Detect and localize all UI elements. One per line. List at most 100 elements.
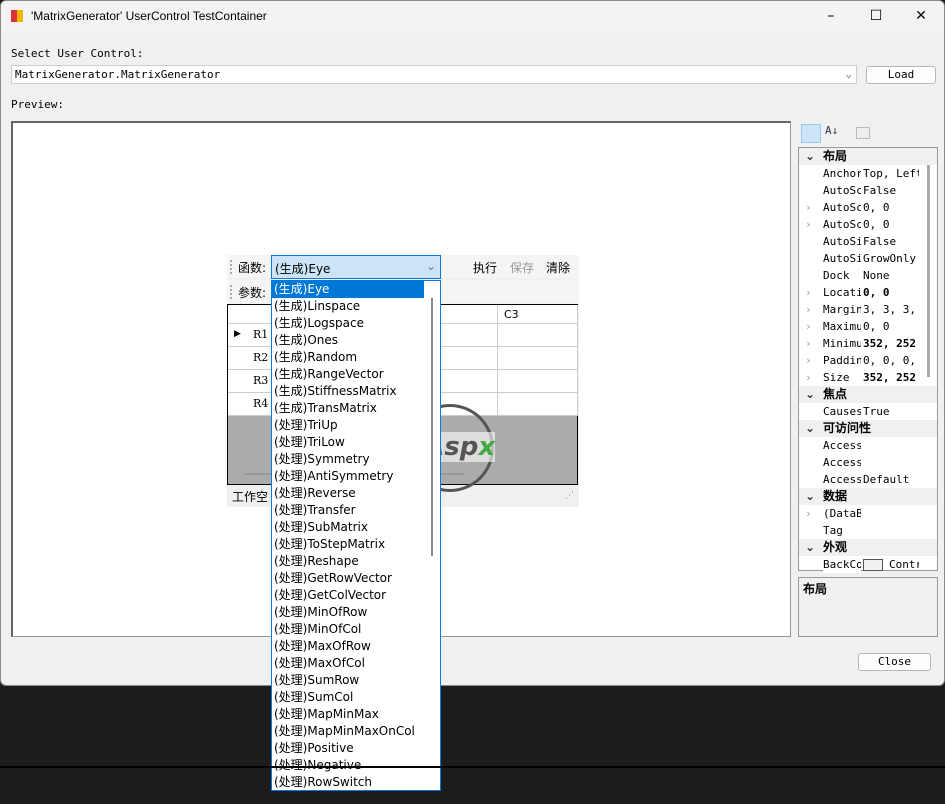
property-row[interactable]: Access [799, 437, 937, 454]
dropdown-item[interactable]: (生成)Linspace [272, 298, 424, 315]
dropdown-item[interactable]: (生成)Logspace [272, 315, 424, 332]
property-row[interactable]: › Minimu 352, 252 [799, 335, 937, 352]
dropdown-item[interactable]: (处理)MaxOfCol [272, 655, 424, 672]
chevron-right-icon[interactable]: › [805, 284, 812, 301]
chevron-right-icon[interactable]: › [805, 216, 812, 233]
grid-cell[interactable] [498, 324, 578, 347]
row-header[interactable]: R2 [228, 347, 272, 370]
save-button[interactable]: 保存 [510, 259, 534, 276]
chevron-right-icon[interactable]: › [805, 352, 812, 369]
dropdown-item[interactable]: (处理)SubMatrix [272, 519, 424, 536]
chevron-right-icon[interactable]: › [805, 505, 812, 522]
property-value[interactable]: Contr [889, 556, 919, 573]
property-value[interactable]: None [863, 267, 919, 284]
dropdown-item[interactable]: (处理)ToStepMatrix [272, 536, 424, 553]
property-row[interactable]: › Size 352, 252 [799, 369, 937, 386]
property-row[interactable]: › AutoSc 0, 0 [799, 216, 937, 233]
dropdown-item[interactable]: (处理)Positive [272, 740, 424, 757]
property-value[interactable]: 0, 0 [863, 318, 919, 335]
property-row[interactable]: Dock None [799, 267, 937, 284]
chevron-right-icon[interactable]: › [805, 301, 812, 318]
property-value[interactable]: 0, 0, 0, [863, 352, 919, 369]
dropdown-item[interactable]: (生成)Random [272, 349, 424, 366]
user-control-select[interactable]: MatrixGenerator.MatrixGenerator ⌄ [11, 65, 857, 84]
chevron-down-icon[interactable]: ⌄ [805, 386, 815, 403]
dropdown-item[interactable]: (处理)MapMinMaxOnCol [272, 723, 424, 740]
dropdown-item[interactable]: (处理)RowSwitch [272, 774, 424, 791]
row-header[interactable]: R4 [228, 393, 272, 416]
property-row[interactable]: › Maximu 0, 0 [799, 318, 937, 335]
dropdown-item[interactable]: (生成)Eye [272, 281, 424, 298]
dropdown-item[interactable]: (生成)RangeVector [272, 366, 424, 383]
property-row[interactable]: BackCo Contr [799, 556, 937, 573]
property-value[interactable]: False [863, 182, 919, 199]
property-value[interactable]: 0, 0 [863, 199, 919, 216]
property-grid-scrollbar[interactable] [927, 165, 930, 377]
dropdown-item[interactable]: (处理)Transfer [272, 502, 424, 519]
dropdown-item[interactable]: (处理)GetRowVector [272, 570, 424, 587]
dropdown-item[interactable]: (处理)Reverse [272, 485, 424, 502]
dropdown-item[interactable]: (处理)Symmetry [272, 451, 424, 468]
dropdown-item[interactable]: (生成)Ones [272, 332, 424, 349]
dropdown-item[interactable]: (处理)MinOfRow [272, 604, 424, 621]
property-row[interactable]: Tag [799, 522, 937, 539]
property-row[interactable]: › AutoSc 0, 0 [799, 199, 937, 216]
property-row[interactable]: › Paddin 0, 0, 0, [799, 352, 937, 369]
property-row[interactable]: Anchor Top, Left [799, 165, 937, 182]
execute-button[interactable]: 执行 [473, 259, 497, 276]
property-value[interactable]: 3, 3, 3, [863, 301, 919, 318]
close-button[interactable]: Close [858, 653, 931, 671]
dropdown-item[interactable]: (处理)TriLow [272, 434, 424, 451]
clear-button[interactable]: 清除 [546, 259, 570, 276]
dropdown-item[interactable]: (处理)MinOfCol [272, 621, 424, 638]
close-window-button[interactable]: ✕ [899, 5, 943, 27]
property-value[interactable]: False [863, 233, 919, 250]
chevron-right-icon[interactable]: › [805, 335, 812, 352]
chevron-right-icon[interactable]: › [805, 199, 812, 216]
chevron-right-icon[interactable]: › [805, 318, 812, 335]
function-select[interactable]: (生成)Eye ⌄ [271, 255, 441, 279]
dropdown-item[interactable]: (处理)SumRow [272, 672, 424, 689]
dropdown-item[interactable]: (处理)AntiSymmetry [272, 468, 424, 485]
dropdown-item[interactable]: (处理)SumCol [272, 689, 424, 706]
dropdown-item[interactable]: (处理)MapMinMax [272, 706, 424, 723]
property-value[interactable]: 0, 0 [863, 216, 919, 233]
property-category[interactable]: ⌄ 数据 [799, 488, 937, 505]
dropdown-item[interactable]: (生成)TransMatrix [272, 400, 424, 417]
minimize-button[interactable]: – [809, 5, 853, 27]
alphabetical-sort-icon[interactable]: A↓ [825, 124, 838, 137]
property-value[interactable]: True [863, 403, 919, 420]
property-value[interactable]: 352, 252 [863, 335, 919, 352]
chevron-right-icon[interactable]: › [805, 369, 812, 386]
categorized-view-button[interactable] [801, 124, 821, 143]
column-header[interactable]: C3 [498, 305, 578, 324]
maximize-button[interactable]: ☐ [854, 5, 898, 27]
property-row[interactable]: AutoSc False [799, 182, 937, 199]
property-grid[interactable]: ⌄ 布局 Anchor Top, Left AutoSc False › AutoSc 0, 0… [798, 147, 938, 573]
chevron-down-icon[interactable]: ⌄ [805, 488, 815, 505]
dropdown-item[interactable]: (生成)StiffnessMatrix [272, 383, 424, 400]
function-dropdown-list[interactable]: (生成)Eye (生成)Linspace (生成)Logspace (生成)Ones(… [271, 280, 441, 791]
property-row[interactable]: Access Default [799, 471, 937, 488]
resize-grip-icon[interactable]: ⋰ [565, 491, 574, 501]
property-row[interactable]: Access [799, 454, 937, 471]
property-row[interactable]: › (DataB [799, 505, 937, 522]
chevron-down-icon[interactable]: ⌄ [805, 148, 815, 165]
property-value[interactable]: GrowOnly [863, 250, 919, 267]
property-category[interactable]: ⌄ 焦点 [799, 386, 937, 403]
property-value[interactable]: Default [863, 471, 919, 488]
property-value[interactable]: 352, 252 [863, 369, 919, 386]
dropdown-item[interactable]: (处理)Reshape [272, 553, 424, 570]
row-header[interactable]: R3 [228, 370, 272, 393]
property-category[interactable]: ⌄ 布局 [799, 148, 937, 165]
chevron-down-icon[interactable]: ⌄ [805, 420, 815, 437]
property-row[interactable]: › Margin 3, 3, 3, [799, 301, 937, 318]
dropdown-scrollbar[interactable] [431, 298, 433, 556]
property-value[interactable]: Top, Left [863, 165, 919, 182]
property-category[interactable]: ⌄ 外观 [799, 539, 937, 556]
property-pages-icon[interactable] [856, 127, 870, 139]
dropdown-item[interactable]: (处理)MaxOfRow [272, 638, 424, 655]
property-row[interactable]: Causes True [799, 403, 937, 420]
property-row[interactable]: AutoSi GrowOnly [799, 250, 937, 267]
property-row[interactable]: › Locati 0, 0 [799, 284, 937, 301]
